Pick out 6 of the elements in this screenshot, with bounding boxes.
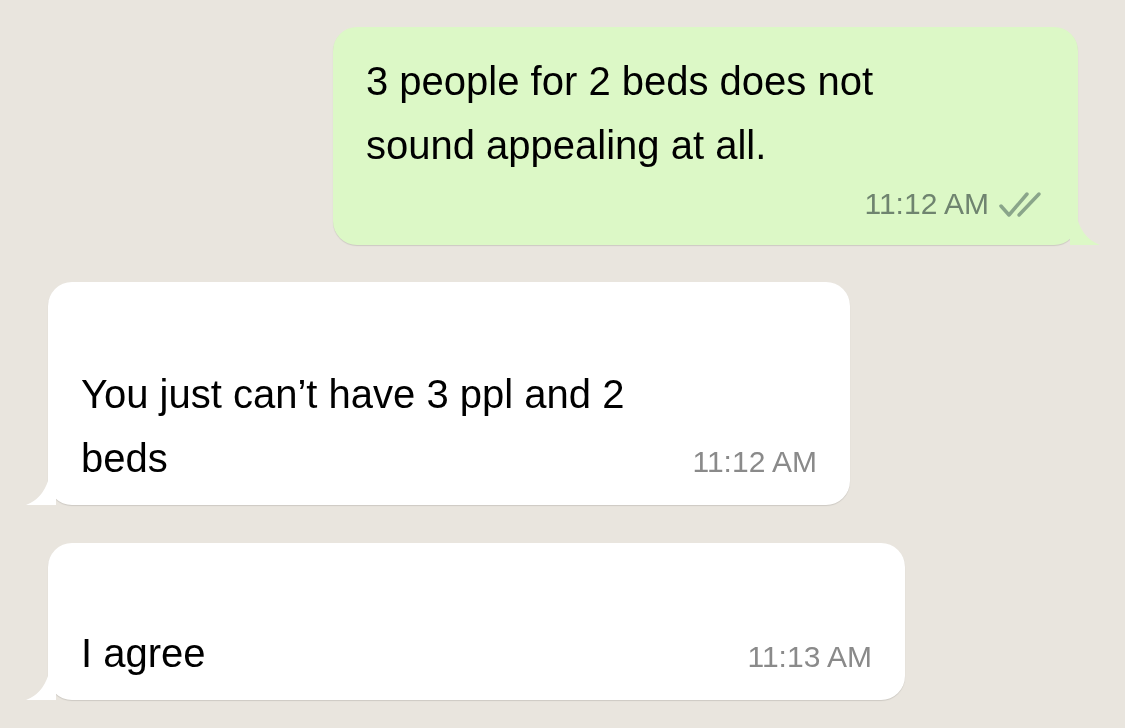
message-text: I agree [81, 630, 207, 677]
message-time: 11:12 AM [864, 186, 989, 222]
message-time: 11:12 AM [692, 444, 817, 480]
message-time: 11:13 AM [747, 639, 872, 675]
message-text: You just can’t have 3 ppl and 2 beds [81, 371, 626, 482]
message-text: 3 people for 2 beds does not sound appealing at all. [366, 58, 875, 169]
